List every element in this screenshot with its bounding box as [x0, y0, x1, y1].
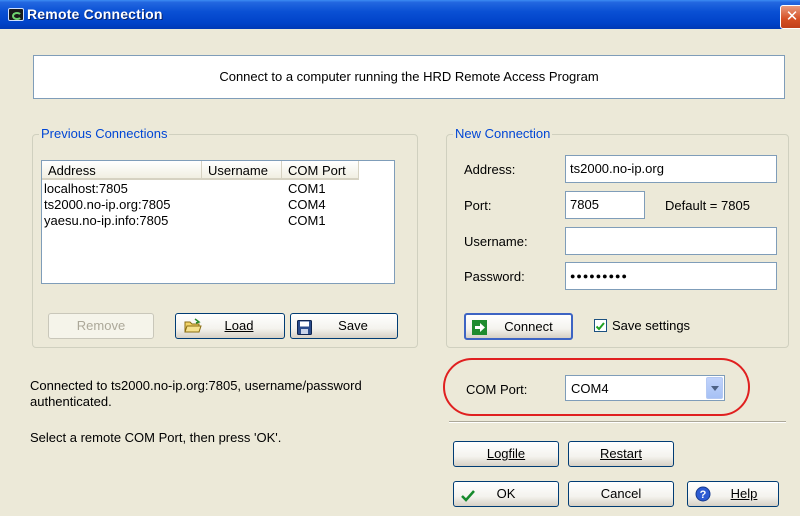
remove-button[interactable]: Remove	[48, 313, 154, 339]
close-button[interactable]: ✕	[780, 5, 800, 29]
save-settings-checkbox[interactable]	[594, 319, 607, 332]
connect-button[interactable]: Connect	[464, 313, 573, 340]
load-button[interactable]: Load	[175, 313, 285, 339]
com-port-cell: COM1	[288, 213, 326, 228]
divider	[449, 421, 786, 423]
column-header-username[interactable]: Username	[202, 161, 282, 180]
password-label: Password:	[464, 269, 525, 284]
list-item[interactable]: localhost:7805 COM1	[42, 181, 394, 197]
open-folder-icon	[184, 318, 202, 342]
com-port-select[interactable]: COM4	[565, 375, 725, 401]
restart-button[interactable]: Restart	[568, 441, 674, 467]
save-settings-label[interactable]: Save settings	[612, 318, 690, 333]
com-port-cell: COM4	[288, 197, 326, 212]
chevron-down-icon[interactable]	[706, 377, 723, 399]
username-field[interactable]	[565, 227, 777, 255]
logfile-button[interactable]: Logfile	[453, 441, 559, 467]
com-port-cell: COM1	[288, 181, 326, 196]
port-label: Port:	[464, 198, 492, 213]
username-label: Username:	[464, 234, 528, 249]
column-header-address[interactable]: Address	[42, 161, 202, 180]
previous-connections-legend: Previous Connections	[39, 126, 170, 142]
description-box: Connect to a computer running the HRD Re…	[33, 55, 785, 99]
green-arrow-icon	[472, 319, 487, 343]
cancel-button[interactable]: Cancel	[568, 481, 674, 507]
address-cell: yaesu.no-ip.info:7805	[44, 213, 169, 228]
description-text: Connect to a computer running the HRD Re…	[219, 69, 599, 84]
com-port-label: COM Port:	[466, 382, 528, 397]
checkmark-icon	[460, 487, 475, 511]
list-item[interactable]: yaesu.no-ip.info:7805 COM1	[42, 213, 394, 229]
address-cell: localhost:7805	[44, 181, 128, 196]
new-connection-legend: New Connection	[453, 126, 553, 142]
address-label: Address:	[464, 162, 516, 177]
floppy-disk-icon	[297, 319, 312, 343]
help-button[interactable]: ? Help	[687, 481, 779, 507]
address-cell: ts2000.no-ip.org:7805	[44, 197, 171, 212]
com-port-value: COM4	[571, 381, 609, 396]
address-field[interactable]: ts2000.no-ip.org	[565, 155, 777, 183]
svg-text:?: ?	[700, 489, 707, 501]
port-field[interactable]: 7805	[565, 191, 645, 219]
title-bar: Remote Connection ✕	[0, 0, 800, 29]
checkmark-icon	[595, 322, 605, 331]
connections-list[interactable]: Address Username COM Port localhost:7805…	[41, 160, 395, 284]
app-icon	[8, 8, 24, 21]
window-title: Remote Connection	[27, 6, 163, 22]
previous-connections-group: Previous Connections Address Username CO…	[32, 126, 418, 348]
instruction-text: Select a remote COM Port, then press 'OK…	[30, 430, 282, 445]
list-item[interactable]: ts2000.no-ip.org:7805 COM4	[42, 197, 394, 213]
save-button[interactable]: Save	[290, 313, 398, 339]
ok-button[interactable]: OK	[453, 481, 559, 507]
status-line-1: Connected to ts2000.no-ip.org:7805, user…	[30, 378, 362, 393]
close-icon: ✕	[785, 8, 799, 25]
help-icon: ?	[695, 486, 711, 510]
port-default-note: Default = 7805	[665, 198, 750, 213]
list-header: Address Username COM Port	[42, 161, 394, 181]
status-line-2: authenticated.	[30, 394, 112, 409]
column-header-com-port[interactable]: COM Port	[282, 161, 359, 180]
password-field[interactable]: ●●●●●●●●●	[565, 262, 777, 290]
